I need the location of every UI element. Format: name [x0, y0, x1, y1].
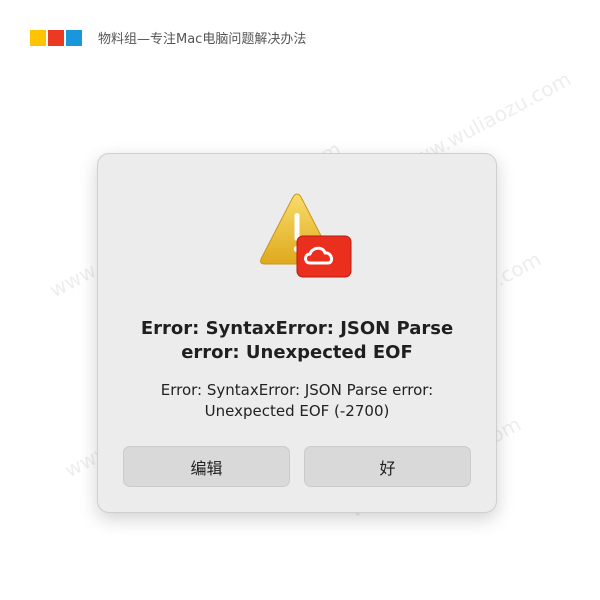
brand-text: 物料组—专注Mac电脑问题解决办法 — [98, 32, 307, 47]
alert-dialog: Error: SyntaxError: JSON Parse error: Un… — [97, 153, 497, 513]
dialog-message: Error: SyntaxError: JSON Parse error: Un… — [160, 381, 434, 420]
brand-swatch-blue — [66, 29, 82, 46]
ok-button[interactable]: 好 — [304, 446, 471, 487]
dialog-title: Error: SyntaxError: JSON Parse error: Un… — [140, 318, 454, 363]
creative-cloud-icon — [296, 235, 352, 278]
brand-header: 物料组—专注Mac电脑问题解决办法 — [30, 28, 306, 47]
brand-swatch-red — [48, 29, 64, 46]
edit-button[interactable]: 编辑 — [123, 446, 290, 487]
warning-triangle-icon — [260, 193, 352, 278]
brand-swatch-yellow — [30, 29, 46, 46]
